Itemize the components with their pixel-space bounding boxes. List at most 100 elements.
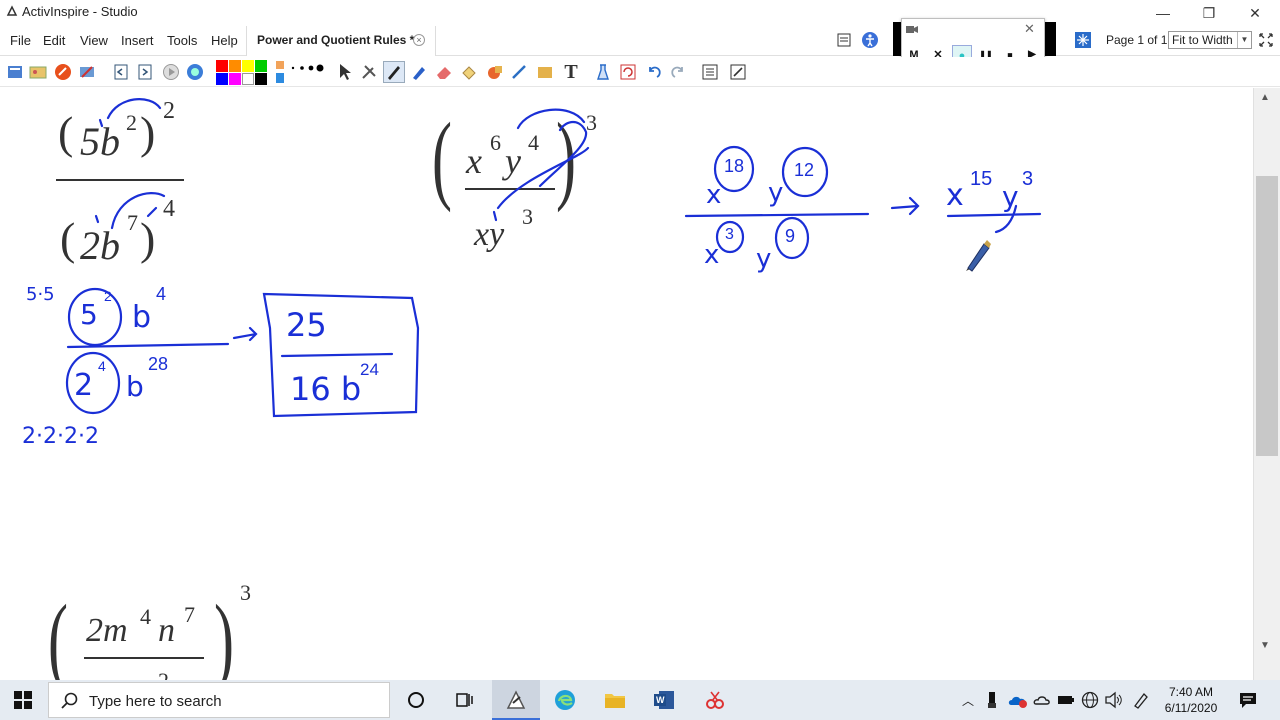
clear-icon[interactable] [592,61,614,83]
ink-arc [106,98,162,120]
next-page-icon[interactable] [134,61,156,83]
clock-time: 7:40 AM [1168,685,1214,699]
tools-icon[interactable] [358,61,380,83]
main-menu-icon[interactable] [4,61,26,83]
color-white-swatch[interactable] [242,73,254,85]
ink-arc [110,192,166,230]
pen-icon[interactable] [383,61,405,83]
snipping-tool-icon[interactable] [703,688,727,712]
color-custom-swatch[interactable] [276,61,284,69]
ink-tick [98,118,104,128]
pen-ink-workspace-icon[interactable] [1132,691,1150,709]
resources-icon[interactable] [76,61,98,83]
color-yellow-swatch[interactable] [242,60,254,72]
scrollbar-thumb[interactable] [1256,176,1278,456]
window-title: ActivInspire - Studio [22,4,138,19]
system-clock[interactable]: 7:40 AM 6/11/2020 [1158,684,1224,716]
ink-right-result-y-exp: 3 [1022,168,1034,190]
volume-icon[interactable] [1104,691,1124,709]
ink-right-den-y: y [756,244,772,274]
color-magenta-swatch[interactable] [229,73,241,85]
search-placeholder: Type here to search [89,693,222,710]
file-explorer-icon[interactable] [603,688,627,712]
color-blue-swatch[interactable] [216,73,228,85]
color-orange-swatch[interactable] [229,60,241,72]
taskbar-search-box[interactable]: Type here to search [48,682,390,718]
ink-arc [496,146,590,210]
menu-file[interactable]: File [10,33,31,48]
select-cursor-icon[interactable] [334,61,356,83]
customize-toolbar-icon[interactable] [727,61,749,83]
notification-center-icon[interactable] [1238,690,1258,710]
marquee-icon[interactable] [534,61,556,83]
fullscreen-icon[interactable] [1258,32,1274,48]
menu-help[interactable]: Help [211,33,238,48]
vertical-scrollbar[interactable]: ▲ ▼ [1253,88,1280,680]
accessibility-icon[interactable] [861,31,879,49]
document-tab[interactable]: Power and Quotient Rules * × [246,26,436,56]
activinspire-taskbar-icon[interactable] [492,680,540,720]
main-toolbar: T [0,57,1280,87]
close-window-button[interactable]: ✕ [1232,0,1278,26]
clock-date: 6/11/2020 [1164,701,1218,715]
page-browser-tool-icon[interactable] [699,61,721,83]
profile-icon[interactable] [27,61,49,83]
zoom-select[interactable]: Fit to Width ▼ [1168,31,1252,49]
desktop-annotate-icon[interactable] [184,61,206,83]
usb-drive-icon[interactable] [986,691,998,709]
windows-start-icon[interactable] [14,691,32,709]
word-icon[interactable]: W [652,688,676,712]
previous-page-icon[interactable] [110,61,132,83]
network-globe-icon[interactable] [1081,691,1099,709]
recorder-close-icon[interactable]: ✕ [1024,21,1035,37]
ink-right-den-y-exp: 9 [785,226,796,246]
ink-two-exp: 4 [98,358,106,374]
pen-width-picker[interactable] [290,61,326,75]
text-tool-icon[interactable]: T [560,61,582,83]
cortana-icon[interactable] [404,688,428,712]
color-red-swatch[interactable] [216,60,228,72]
redo-icon[interactable] [667,61,689,83]
task-view-icon[interactable] [452,688,476,712]
ink-right-result-y: y [1002,180,1019,213]
ink-fraction-bar [946,212,1042,218]
ink-arrow [890,196,920,216]
menu-tools[interactable]: Tools [167,33,197,48]
scroll-up-icon[interactable]: ▲ [1260,92,1270,103]
ink-right-num-y-exp: 12 [794,160,815,180]
scroll-down-icon[interactable]: ▼ [1260,640,1270,651]
menu-edit[interactable]: Edit [43,33,65,48]
eraser-icon[interactable] [433,61,455,83]
weather-cloud-icon[interactable] [1033,692,1051,708]
fill-icon[interactable] [458,61,480,83]
shape-icon[interactable] [484,61,506,83]
color-black-swatch[interactable] [255,73,267,85]
page-browser-icon[interactable] [836,32,852,48]
ink-den-exp: 28 [148,354,169,374]
tray-overflow-icon[interactable]: ︿ [962,692,974,709]
play-icon[interactable] [160,61,182,83]
onedrive-icon[interactable] [1008,691,1028,709]
undo-icon[interactable] [643,61,665,83]
color-custom2-swatch[interactable] [276,73,284,83]
close-tab-icon[interactable]: × [413,34,425,46]
connector-icon[interactable] [508,61,530,83]
ink-two: 2 [74,368,94,403]
battery-icon[interactable] [1057,693,1075,707]
color-green-swatch[interactable] [255,60,267,72]
ink-right-result-x: x [946,178,964,213]
recorder-frame-right [1044,22,1056,56]
ink-right-num-y: y [768,178,784,208]
menu-insert[interactable]: Insert [121,33,154,48]
restore-button[interactable]: ❐ [1186,0,1232,26]
minimize-button[interactable]: — [1140,0,1186,26]
menu-view[interactable]: View [80,33,108,48]
edge-browser-icon[interactable] [553,688,577,712]
svg-text:W: W [656,695,665,705]
highlighter-icon[interactable] [408,61,430,83]
flipchart-canvas[interactable]: ( 5b 2 ) 2 ( 2b 7 ) 4 ( x 6 y 4 xy 3 ) 3… [0,88,1253,680]
ink-right-result-x-exp: 15 [970,168,993,190]
reset-page-icon[interactable] [617,61,639,83]
snowflake-freeze-icon[interactable] [1074,31,1092,49]
pen-tool-orange-icon[interactable] [52,61,74,83]
